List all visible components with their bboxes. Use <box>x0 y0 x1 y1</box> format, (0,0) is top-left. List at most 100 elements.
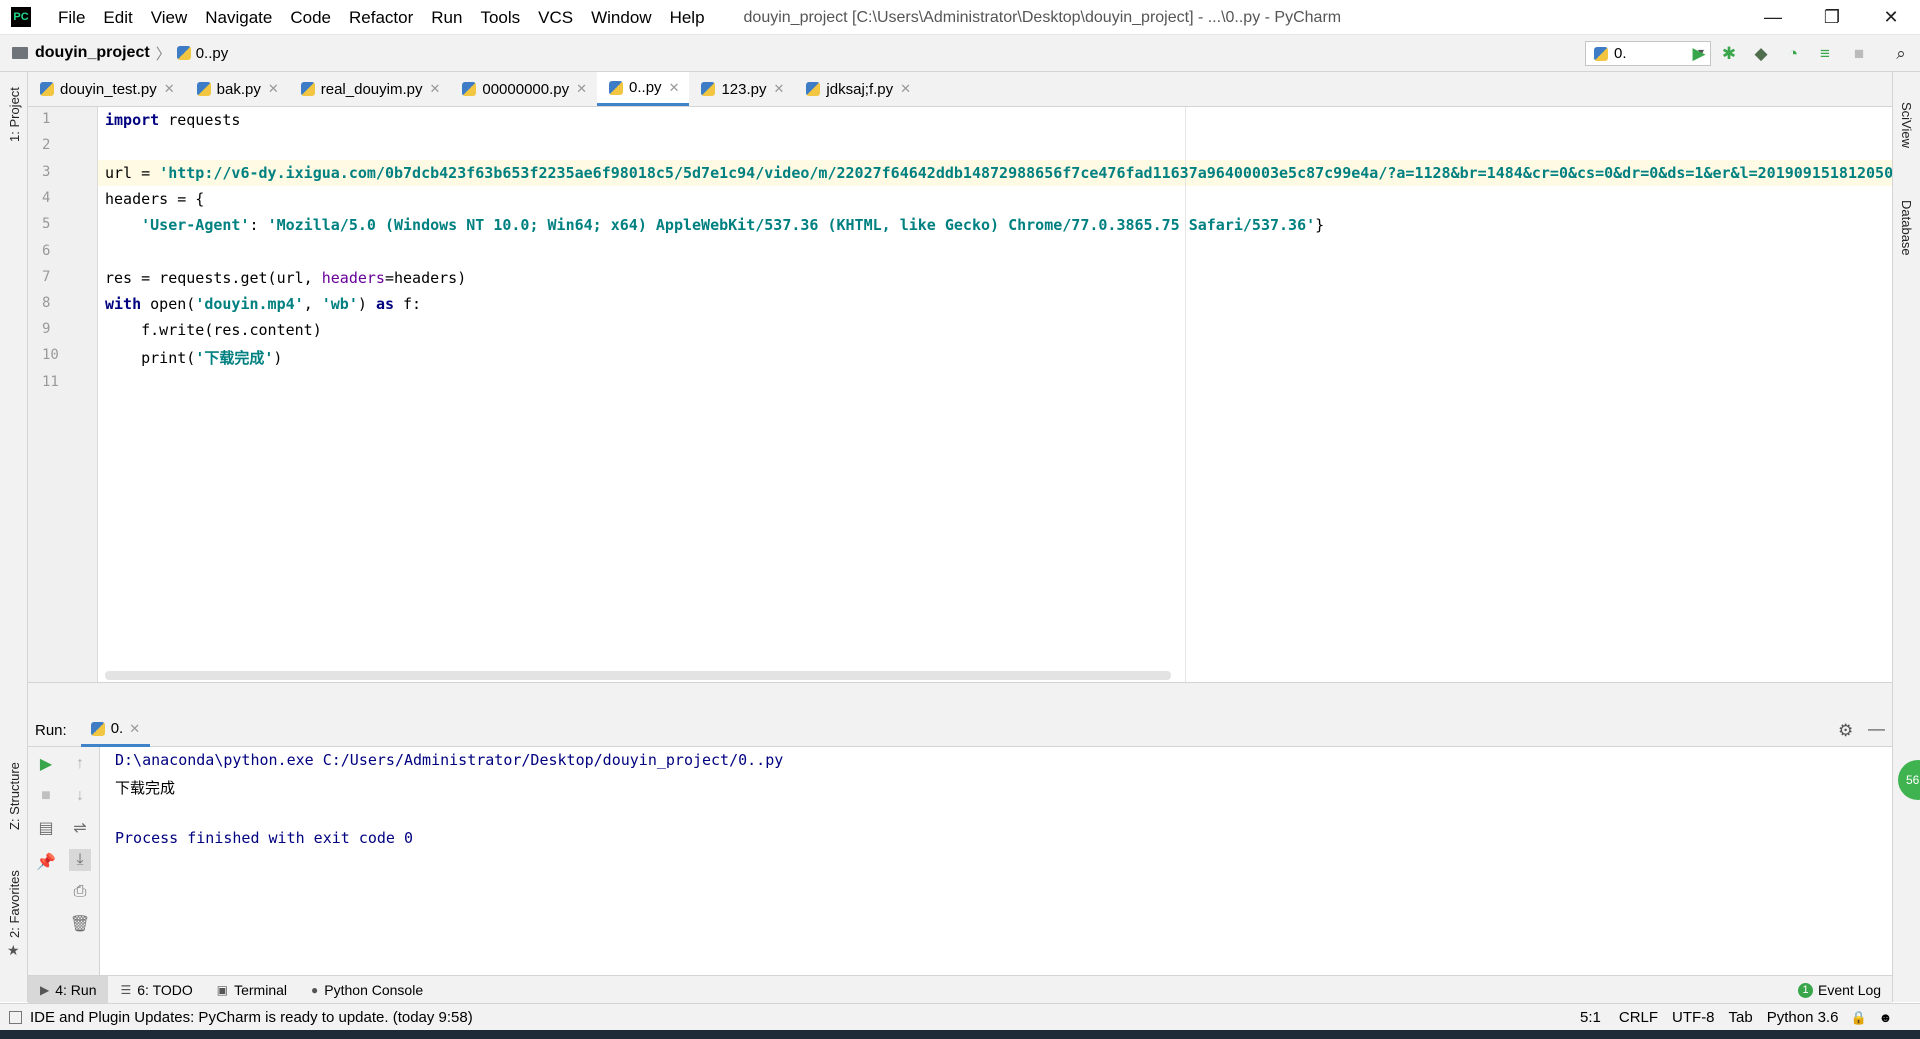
database-tool-button[interactable]: Database <box>1899 200 1914 256</box>
close-icon[interactable]: ✕ <box>429 81 440 97</box>
python-interpreter[interactable]: Python 3.6 <box>1767 1009 1839 1026</box>
tab-label: 123.py <box>721 80 767 98</box>
inspector-icon[interactable]: ☻ <box>1879 1010 1893 1025</box>
menu-refactor[interactable]: Refactor <box>340 0 422 35</box>
favorites-tool-button[interactable]: 2: Favorites <box>7 870 22 938</box>
code-text: print( <box>105 349 196 367</box>
structure-tool-button[interactable]: Z: Structure <box>7 762 22 830</box>
horizontal-scrollbar[interactable] <box>105 671 1171 680</box>
stop-icon[interactable]: ■ <box>35 785 57 807</box>
menu-run[interactable]: Run <box>422 0 471 35</box>
minimize-panel-icon[interactable]: — <box>1868 719 1885 739</box>
layout-icon[interactable]: ▤ <box>35 817 57 839</box>
run-console-output[interactable]: D:\anaconda\python.exe C:/Users/Administ… <box>100 747 1892 975</box>
menu-vcs[interactable]: VCS <box>529 0 582 35</box>
menu-tools[interactable]: Tools <box>471 0 529 35</box>
tool-label: 4: Run <box>55 981 97 998</box>
close-icon[interactable]: ✕ <box>268 81 279 97</box>
scroll-to-end-icon[interactable]: ⤓ <box>69 849 91 871</box>
caret-position[interactable]: 5:1 <box>1580 1009 1601 1026</box>
line-number-gutter[interactable]: 1 2 3 4 5 6 7 8 9 10 11 <box>28 107 98 682</box>
code-text: : <box>249 216 268 234</box>
terminal-tool-button[interactable]: ▣ Terminal <box>205 976 299 1004</box>
tab-real-douyim[interactable]: real_douyim.py ✕ <box>289 72 451 106</box>
line-number: 10 <box>42 347 59 363</box>
menu-help[interactable]: Help <box>661 0 714 35</box>
stop-icon[interactable]: ■ <box>1848 43 1870 65</box>
todo-tool-button[interactable]: ☰ 6: TODO <box>108 976 204 1004</box>
close-icon[interactable]: ✕ <box>576 81 587 97</box>
run-panel-label: Run: <box>35 721 67 739</box>
tab-bak[interactable]: bak.py ✕ <box>185 72 289 106</box>
tab-label: 0..py <box>629 79 662 96</box>
minimize-button[interactable]: — <box>1744 0 1802 35</box>
close-icon[interactable]: ✕ <box>774 81 785 97</box>
close-icon[interactable]: ✕ <box>900 81 911 97</box>
search-icon[interactable]: ⌕ <box>1890 43 1912 65</box>
menu-file[interactable]: File <box>49 0 94 35</box>
tab-label: bak.py <box>216 80 261 98</box>
code-editor[interactable]: import requests url = 'http://v6-dy.ixig… <box>98 107 1892 682</box>
run-tab-label: 0. <box>110 720 124 737</box>
close-button[interactable]: ✕ <box>1862 0 1920 35</box>
run-tool-button[interactable]: ▶ 4: Run <box>28 975 109 1004</box>
indent-setting[interactable]: Tab <box>1729 1009 1753 1026</box>
tab-label: real_douyim.py <box>320 80 423 98</box>
concurrency-icon[interactable]: ≡ <box>1814 43 1836 65</box>
breadcrumb-project[interactable]: douyin_project <box>35 44 150 62</box>
menu-navigate[interactable]: Navigate <box>196 0 281 35</box>
close-icon[interactable]: ✕ <box>164 81 175 97</box>
arrow-up-icon[interactable]: ↑ <box>69 753 91 775</box>
pin-icon[interactable]: 📌 <box>35 851 57 873</box>
trash-icon[interactable]: 🗑 <box>69 913 91 935</box>
lock-icon[interactable]: 🔒 <box>1850 1010 1866 1026</box>
code-text: requests <box>159 111 241 129</box>
menu-code[interactable]: Code <box>281 0 340 35</box>
python-console-icon: ● <box>311 982 319 997</box>
console-command-line: D:\anaconda\python.exe C:/Users/Administ… <box>115 751 784 769</box>
project-tool-button[interactable]: 1: Project <box>7 87 22 142</box>
tab-0-py[interactable]: 0..py ✕ <box>597 72 690 106</box>
line-separator[interactable]: CRLF <box>1619 1009 1658 1026</box>
run-panel-header: Run: 0. ✕ ⚙ — <box>28 714 1892 747</box>
menu-view[interactable]: View <box>142 0 197 35</box>
event-log-button[interactable]: 1 Event Log <box>1798 976 1881 1004</box>
restore-button[interactable]: ❐ <box>1803 0 1861 35</box>
debug-icon[interactable]: ✱ <box>1718 43 1740 65</box>
close-icon[interactable]: ✕ <box>669 80 680 96</box>
string-literal: 'douyin.mp4' <box>195 295 304 313</box>
window-title: douyin_project [C:\Users\Administrator\D… <box>743 8 1342 26</box>
profile-icon[interactable]: ◔ <box>1782 43 1804 65</box>
status-message[interactable]: IDE and Plugin Updates: PyCharm is ready… <box>30 1009 473 1026</box>
python-file-icon <box>806 82 821 96</box>
run-icon[interactable]: ▶ <box>1688 43 1710 65</box>
tool-label: Python Console <box>324 981 424 998</box>
menu-edit[interactable]: Edit <box>94 0 141 35</box>
python-file-icon <box>701 82 716 96</box>
close-icon[interactable]: ✕ <box>129 721 140 737</box>
tab-123[interactable]: 123.py ✕ <box>689 72 794 106</box>
menu-bar: File Edit View Navigate Code Refactor Ru… <box>49 0 714 35</box>
file-encoding[interactable]: UTF-8 <box>1672 1009 1715 1026</box>
python-console-tool-button[interactable]: ● Python Console <box>299 976 435 1004</box>
tab-jdksaj[interactable]: jdksaj;f.py ✕ <box>794 72 921 106</box>
status-toggle-icon[interactable] <box>9 1010 22 1024</box>
gear-icon[interactable]: ⚙ <box>1838 721 1853 741</box>
python-file-icon <box>176 46 191 60</box>
breadcrumb-file[interactable]: 0..py <box>196 45 229 62</box>
string-literal: 'wb' <box>321 295 358 313</box>
arrow-down-icon[interactable]: ↓ <box>69 785 91 807</box>
python-file-icon <box>90 721 105 736</box>
soft-wrap-icon[interactable]: ⇌ <box>69 817 91 839</box>
run-tab[interactable]: 0. ✕ <box>80 714 151 747</box>
sciview-tool-button[interactable]: SciView <box>1899 102 1914 148</box>
string-literal: 'http://v6-dy.ixigua.com/0b7dcb423f63b65… <box>159 164 1892 182</box>
code-text: headers = { <box>105 190 205 208</box>
tab-00000000[interactable]: 00000000.py ✕ <box>450 72 597 106</box>
coverage-icon[interactable]: ◆ <box>1750 43 1772 65</box>
print-icon[interactable]: ⎙ <box>69 881 91 903</box>
tab-douyin-test[interactable]: douyin_test.py ✕ <box>28 72 185 106</box>
menu-window[interactable]: Window <box>582 0 660 35</box>
rerun-icon[interactable]: ▶ <box>35 753 57 775</box>
